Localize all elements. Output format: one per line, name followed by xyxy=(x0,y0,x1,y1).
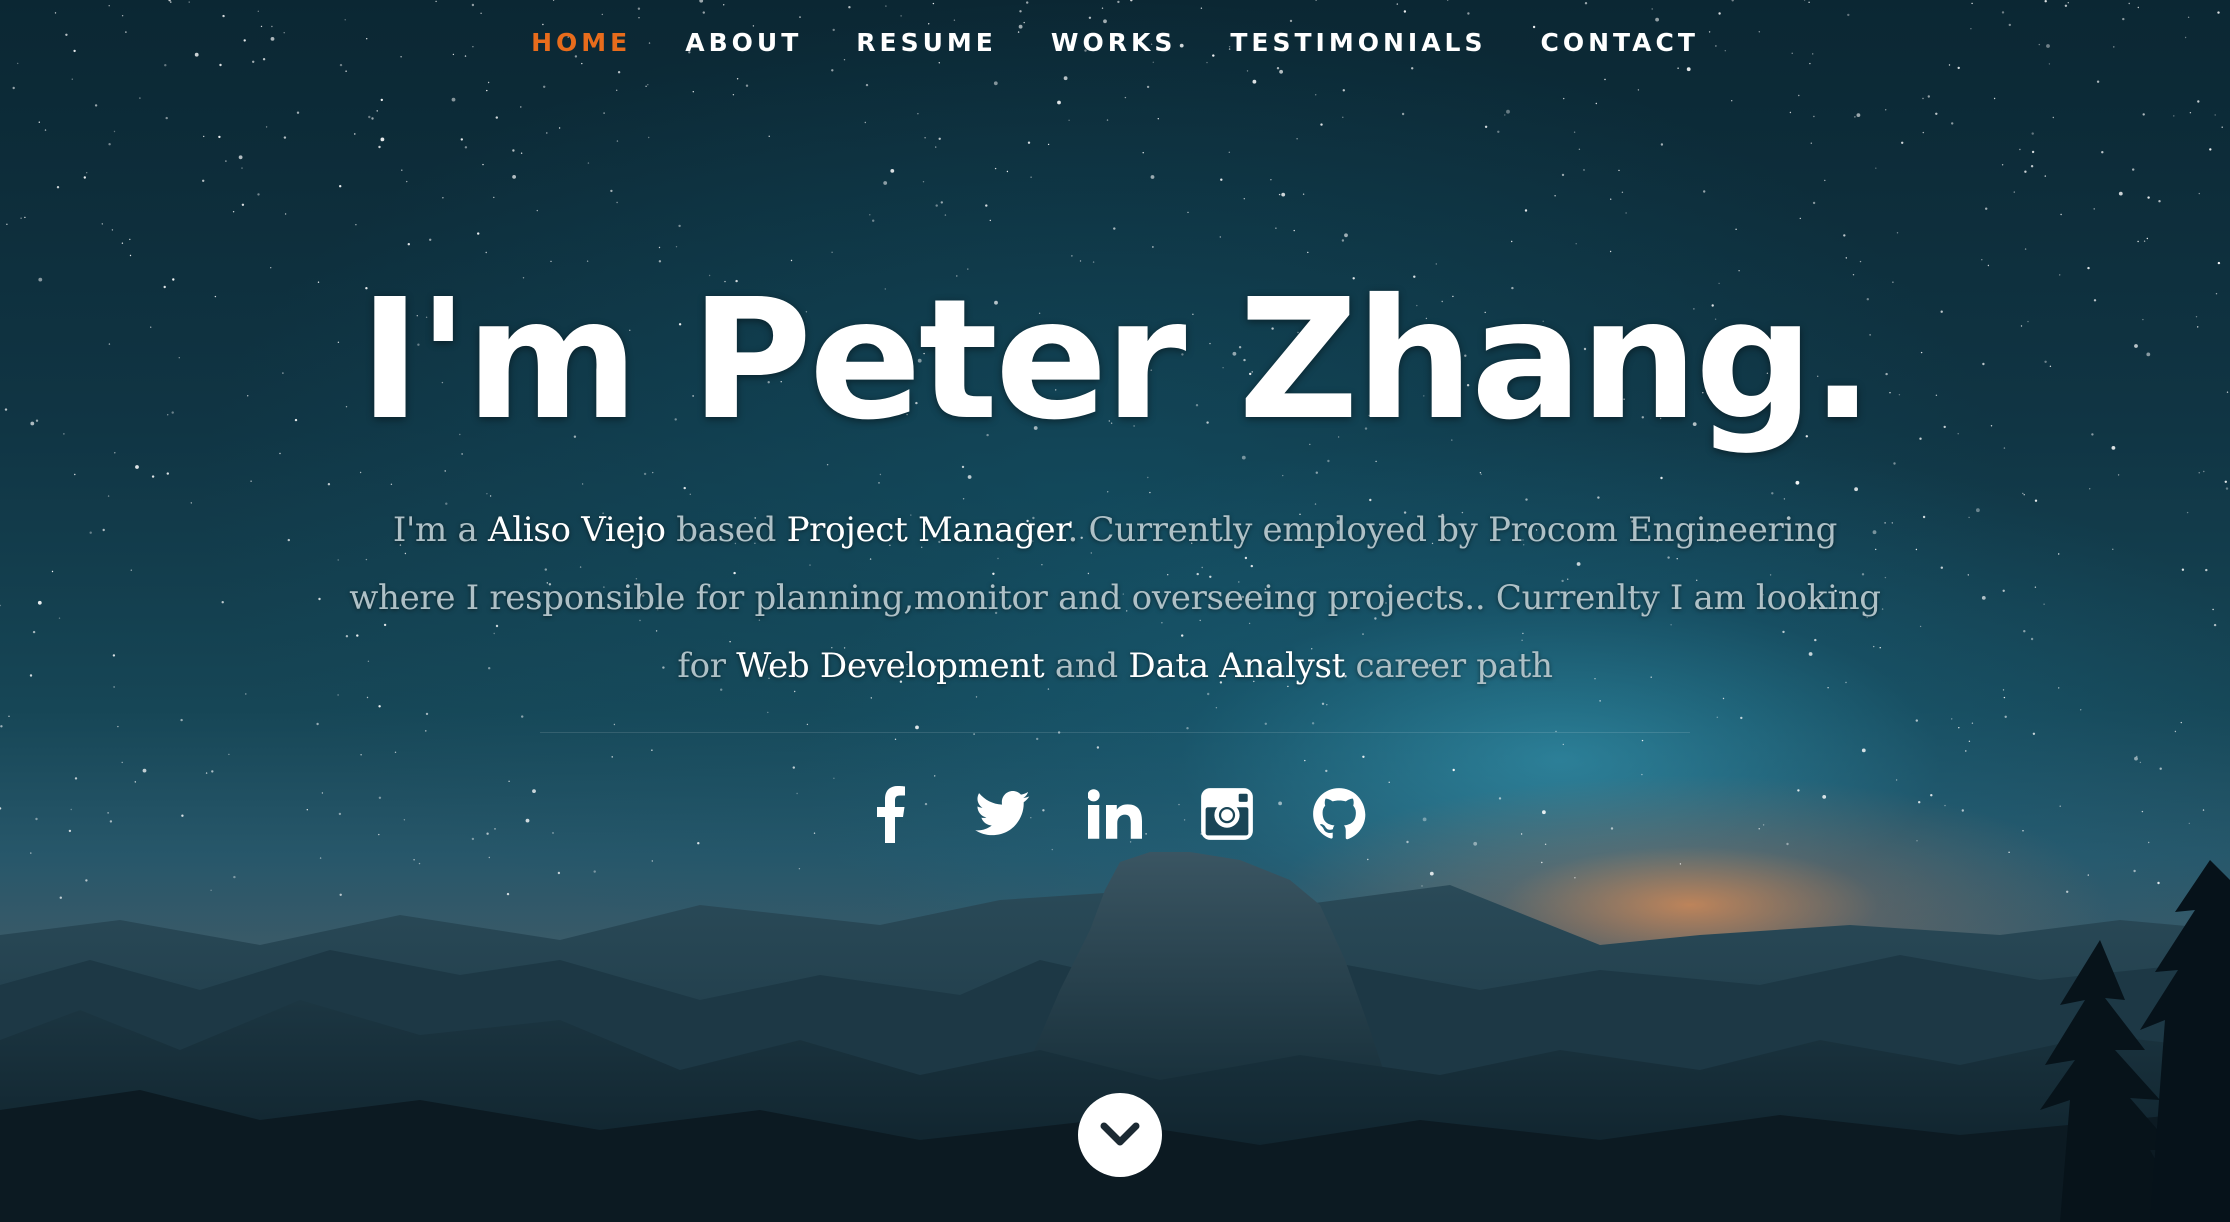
github-icon[interactable] xyxy=(1311,782,1367,846)
nav-item-resume[interactable]: RESUME xyxy=(856,24,997,61)
intro-text-1: I'm a xyxy=(392,510,488,550)
social-links xyxy=(0,782,2230,846)
intro-location: Aliso Viejo xyxy=(487,510,666,550)
twitter-icon[interactable] xyxy=(975,782,1031,846)
nav-item-home[interactable]: HOME xyxy=(531,24,631,61)
nav-item-about[interactable]: ABOUT xyxy=(685,24,802,61)
main-nav: HOME ABOUT RESUME WORKS TESTIMONIALS CONTACT xyxy=(0,24,2230,61)
instagram-icon[interactable] xyxy=(1199,782,1255,846)
hero-divider xyxy=(540,732,1690,733)
hero-headline: I'm Peter Zhang. xyxy=(359,264,1874,457)
chevron-down-icon xyxy=(1100,1122,1140,1146)
intro-career-path-2: Data Analyst xyxy=(1128,646,1345,686)
linkedin-icon[interactable] xyxy=(1087,782,1143,846)
nav-item-works[interactable]: WORKS xyxy=(1051,24,1176,61)
scroll-down-button[interactable] xyxy=(1078,1093,1162,1177)
facebook-icon[interactable] xyxy=(863,782,919,846)
intro-text-4: and xyxy=(1044,646,1129,686)
intro-text-2: based xyxy=(665,510,787,550)
nav-item-testimonials[interactable]: TESTIMONIALS xyxy=(1230,24,1486,61)
hero-intro: I'm a Aliso Viejo based Project Manager.… xyxy=(335,496,1895,700)
intro-career-path-1: Web Development xyxy=(736,646,1045,686)
nav-item-contact[interactable]: CONTACT xyxy=(1540,24,1698,61)
intro-text-5: career path xyxy=(1345,646,1553,686)
intro-role: Project Manager xyxy=(786,510,1068,550)
